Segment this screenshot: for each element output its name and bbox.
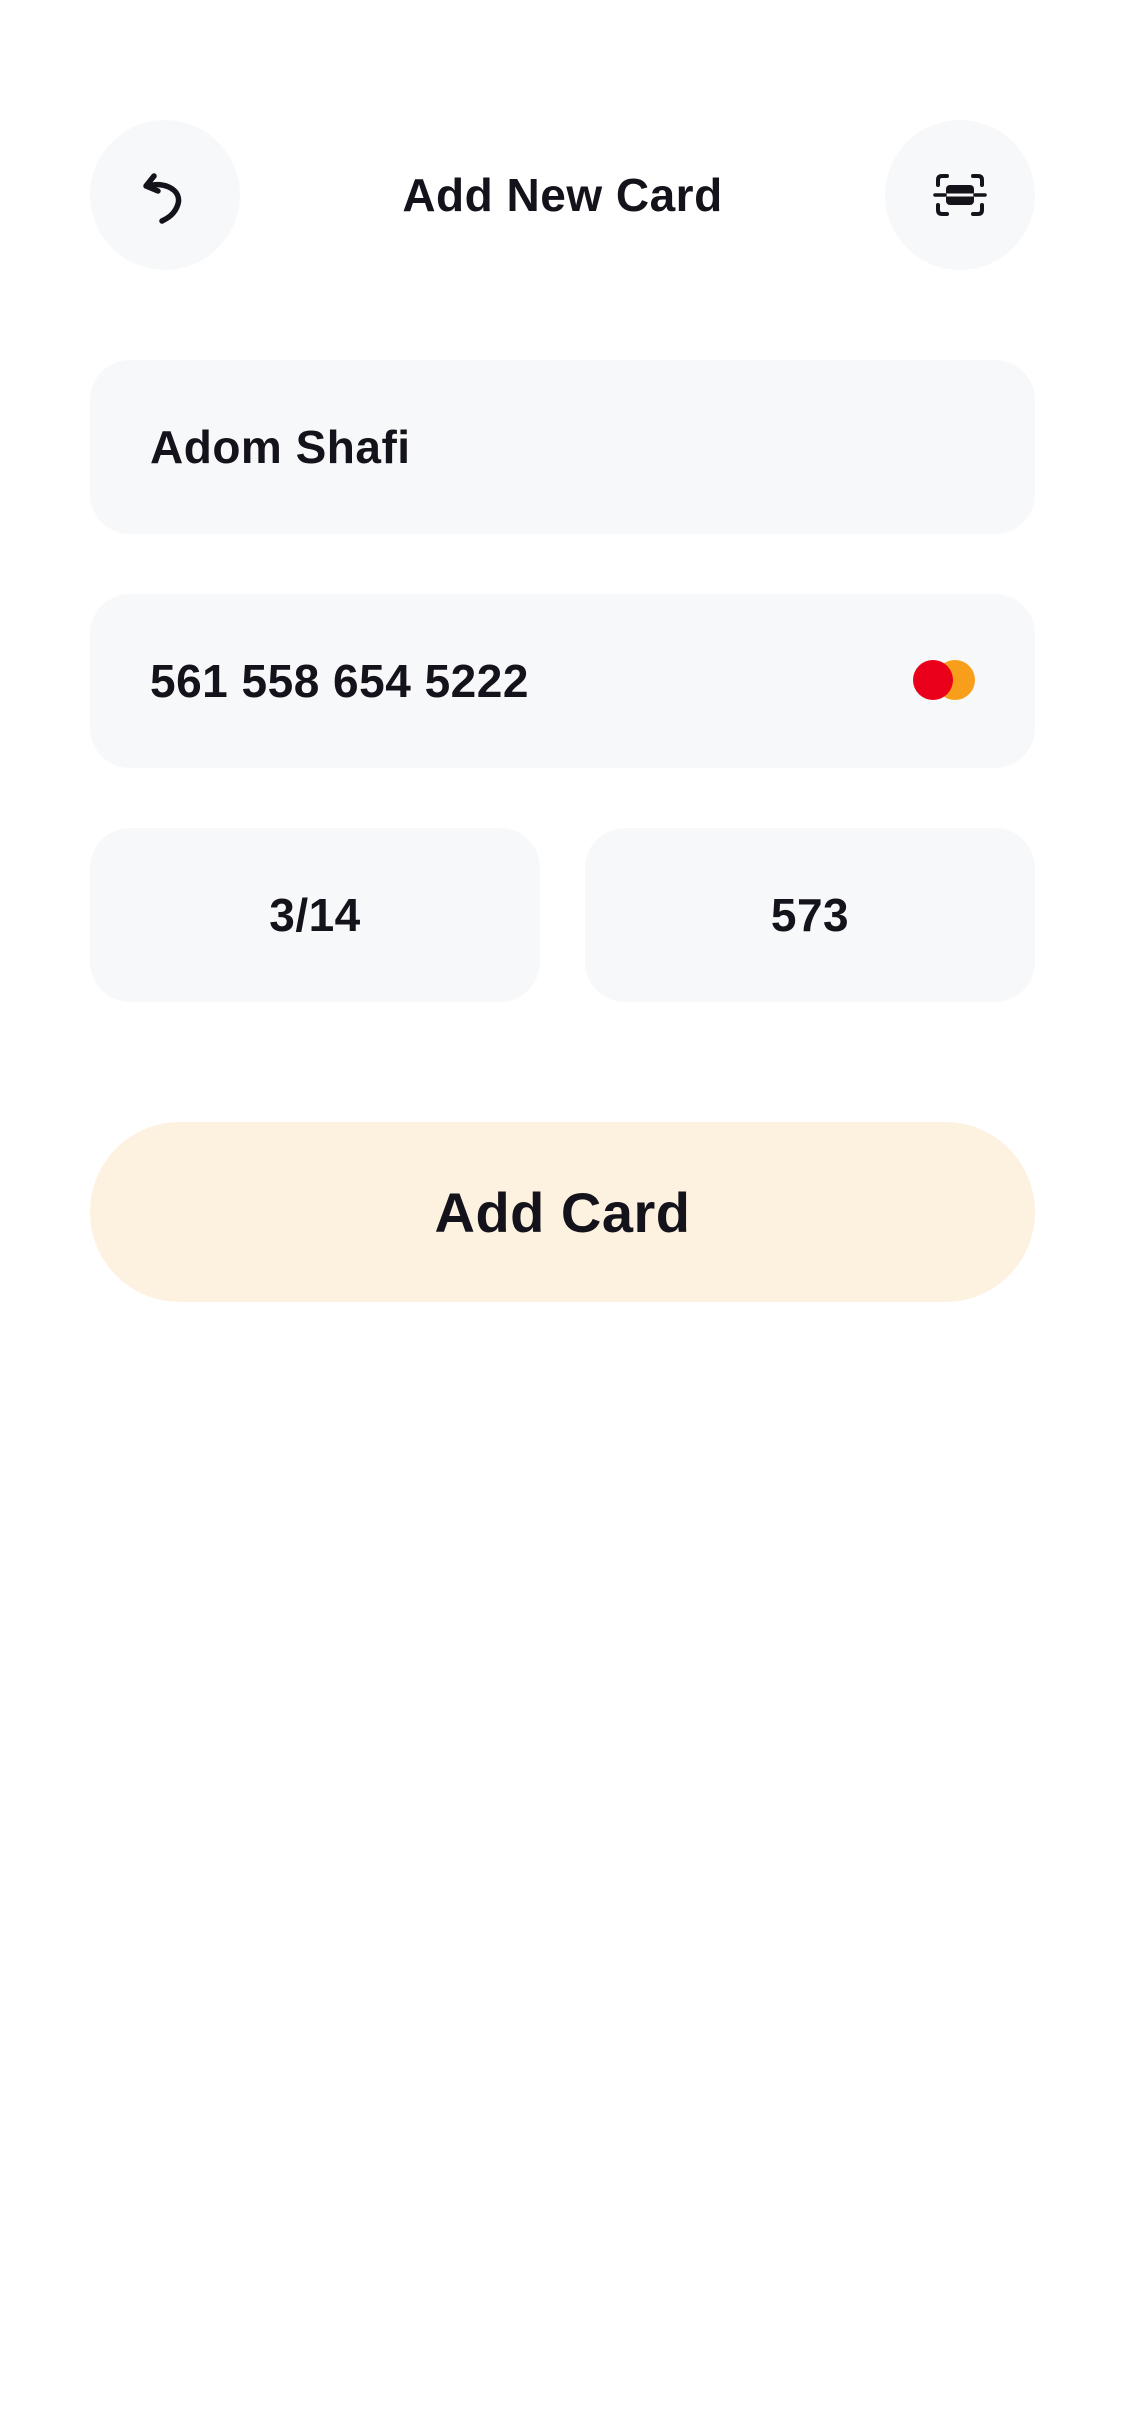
cardholder-name-field[interactable]: Adom Shafi <box>90 360 1035 534</box>
cvv-value: 573 <box>770 889 850 941</box>
scan-card-icon <box>933 174 987 216</box>
expiry-date-value: 3/14 <box>269 889 361 941</box>
add-card-screen: Add New Card Adom Shafi 561 558 654 5222… <box>0 0 1125 2436</box>
card-number-value: 561 558 654 5222 <box>150 655 529 707</box>
expiry-date-field[interactable]: 3/14 <box>90 828 540 1002</box>
mastercard-logo-icon <box>913 660 975 702</box>
add-card-button[interactable]: Add Card <box>90 1122 1035 1302</box>
page-title: Add New Card <box>402 169 723 221</box>
back-button[interactable] <box>90 120 240 270</box>
header: Add New Card <box>90 120 1035 270</box>
undo-arrow-icon <box>143 173 182 224</box>
card-number-field[interactable]: 561 558 654 5222 <box>90 594 1035 768</box>
cvv-field[interactable]: 573 <box>585 828 1035 1002</box>
cardholder-name-value: Adom Shafi <box>150 421 411 473</box>
scan-card-button[interactable] <box>885 120 1035 270</box>
